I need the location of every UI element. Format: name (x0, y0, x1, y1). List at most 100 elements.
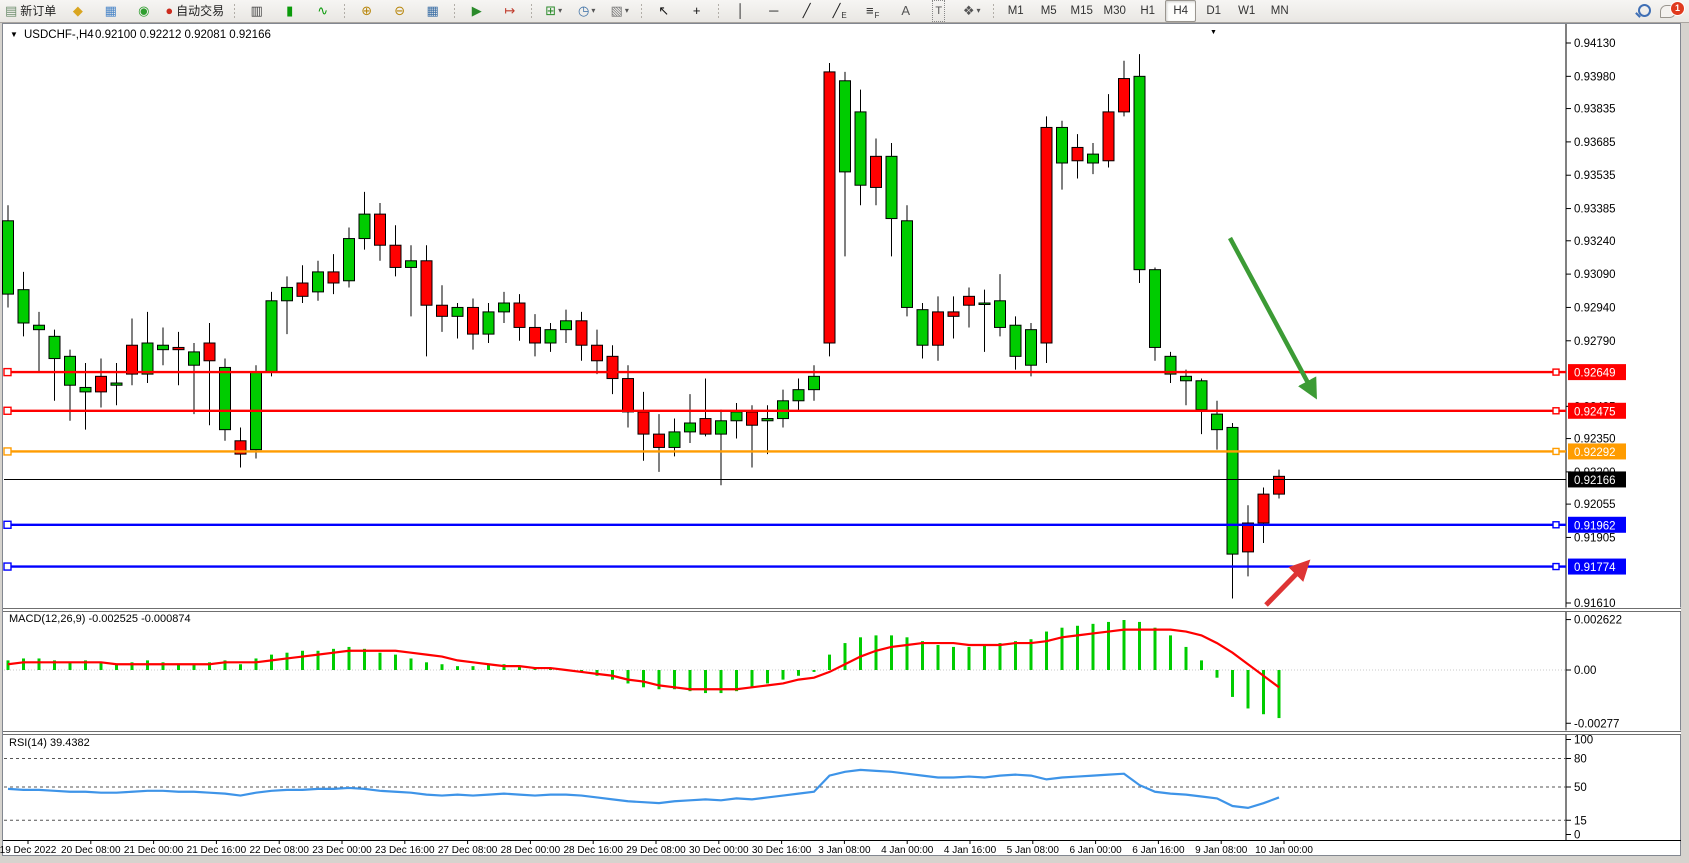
candle (220, 367, 231, 429)
mt4-window: ▤新订单◆▦◉●自动交易▥▮∿⊕⊖▦▶↦⊞▾◷▾▧▾↖+│─╱╱E≡FAT❖▾M… (0, 0, 1689, 863)
market-watch-icon: ▦ (105, 1, 117, 21)
candle (1196, 381, 1207, 410)
timeframe-button-m15[interactable]: M15 (1066, 0, 1097, 22)
zoom-out-button[interactable]: ⊖ (384, 0, 415, 22)
horizontal-line-icon: ─ (769, 1, 778, 21)
timeframe-button-m1[interactable]: M1 (1000, 0, 1031, 22)
notification-badge: 1 (1670, 1, 1685, 16)
auto-trading-button-label: 自动交易 (176, 1, 224, 21)
indicators-button[interactable]: ⊞▾ (538, 0, 569, 22)
svg-text:0.92166: 0.92166 (1574, 475, 1616, 487)
timeframe-button-m5[interactable]: M5 (1033, 0, 1064, 22)
candle (1212, 414, 1223, 430)
candle (3, 221, 14, 294)
bar-chart-button[interactable]: ▥ (241, 0, 272, 22)
candlestick-chart-button[interactable]: ▮ (274, 0, 305, 22)
candle (1150, 270, 1161, 348)
rsi-axis-tick: 80 (1574, 754, 1587, 766)
candle (1181, 376, 1192, 380)
text-label-button[interactable]: T (923, 0, 954, 22)
timeframe-button-h1[interactable]: H1 (1132, 0, 1163, 22)
candle (313, 272, 324, 292)
fibonacci-button[interactable]: ≡F (857, 0, 888, 22)
candle (1072, 147, 1083, 160)
svg-text:0.91774: 0.91774 (1574, 562, 1616, 574)
candle (80, 387, 91, 391)
timeframe-button-h4[interactable]: H4 (1165, 0, 1196, 22)
market-watch-button[interactable]: ▦ (95, 0, 126, 22)
periodicity-button[interactable]: ◷▾ (571, 0, 602, 22)
time-axis-label: 21 Dec 16:00 (187, 845, 247, 856)
window-menu-icon[interactable]: ▼ (10, 30, 18, 39)
price-axis-tick: 0.92940 (1574, 302, 1616, 314)
time-axis-label: 29 Dec 08:00 (626, 845, 686, 856)
price-badge: 0.92292 (1568, 443, 1626, 459)
new-order-button[interactable]: ▤新订单 (1, 0, 60, 22)
toolbar-separator (341, 1, 348, 21)
zoom-in-button[interactable]: ⊕ (351, 0, 382, 22)
candle (902, 221, 913, 308)
signals-button[interactable]: ◉ (128, 0, 159, 22)
candle (855, 112, 866, 185)
candle (592, 345, 603, 361)
chart-shift-button[interactable]: ↦ (494, 0, 525, 22)
line-anchor-handle (1553, 448, 1559, 454)
candle (204, 343, 215, 361)
templates-button[interactable]: ▧▾ (604, 0, 635, 22)
line-chart-button[interactable]: ∿ (307, 0, 338, 22)
gold-chart-button[interactable]: ◆ (62, 0, 93, 22)
time-axis-label: 4 Jan 00:00 (881, 845, 934, 856)
line-anchor-handle (4, 448, 11, 455)
candle (607, 356, 618, 378)
text-button[interactable]: A (890, 0, 921, 22)
price-axis-tick: 0.93685 (1574, 137, 1616, 149)
candle (282, 287, 293, 300)
time-axis-label: 23 Dec 00:00 (312, 845, 372, 856)
channel-button[interactable]: ╱E (824, 0, 855, 22)
time-axis-label: 5 Jan 08:00 (1007, 845, 1060, 856)
new-order-icon: ▤ (5, 1, 17, 21)
candle (344, 239, 355, 281)
horizontal-line-button[interactable]: ─ (758, 0, 789, 22)
candle (809, 376, 820, 389)
macd-axis-tick: -0.00277 (1574, 718, 1619, 730)
toolbar-separator (231, 1, 238, 21)
timeframe-button-mn[interactable]: MN (1264, 0, 1295, 22)
vertical-line-button[interactable]: │ (725, 0, 756, 22)
candle (793, 390, 804, 401)
timeframe-button-m30[interactable]: M30 (1099, 0, 1130, 22)
periodicity-icon: ◷ (578, 1, 589, 21)
signals-icon: ◉ (138, 1, 149, 21)
chart-corner-marker-icon[interactable]: ▼ (1210, 29, 1217, 36)
toolbar-separator (990, 1, 997, 21)
cursor-button[interactable]: ↖ (648, 0, 679, 22)
candlestick-chart-icon: ▮ (286, 1, 293, 21)
candle (700, 419, 711, 435)
trendline-button[interactable]: ╱ (791, 0, 822, 22)
price-axis-tick: 0.93980 (1574, 71, 1616, 83)
time-axis-label: 6 Jan 16:00 (1132, 845, 1185, 856)
notifications-button[interactable]: 1 (1659, 1, 1685, 21)
candle (638, 412, 649, 434)
tile-windows-button[interactable]: ▦ (417, 0, 448, 22)
candle (499, 303, 510, 312)
chart-ohlc-values: 0.92100 0.92212 0.92081 0.92166 (95, 29, 271, 41)
candle (111, 383, 122, 385)
candle (406, 261, 417, 268)
macd-axis-tick: 0.00 (1574, 665, 1596, 677)
time-axis-label: 19 Dec 2022 (0, 845, 57, 856)
crosshair-button[interactable]: + (681, 0, 712, 22)
rsi-axis-tick: 0 (1574, 830, 1580, 842)
arrows-icon: ❖ (963, 1, 975, 21)
timeframe-button-w1[interactable]: W1 (1231, 0, 1262, 22)
timeframe-button-d1[interactable]: D1 (1198, 0, 1229, 22)
candle (840, 81, 851, 172)
arrows-button[interactable]: ❖▾ (956, 0, 987, 22)
chart-area[interactable]: 0.941300.939800.938350.936850.935350.933… (0, 0, 1689, 863)
price-axis-tick: 0.93385 (1574, 204, 1616, 216)
zoom-in-icon: ⊕ (361, 1, 372, 21)
auto-trading-button[interactable]: ●自动交易 (161, 0, 228, 22)
auto-scroll-button[interactable]: ▶ (461, 0, 492, 22)
search-button[interactable] (1635, 1, 1657, 21)
price-axis-tick: 0.93090 (1574, 269, 1616, 281)
